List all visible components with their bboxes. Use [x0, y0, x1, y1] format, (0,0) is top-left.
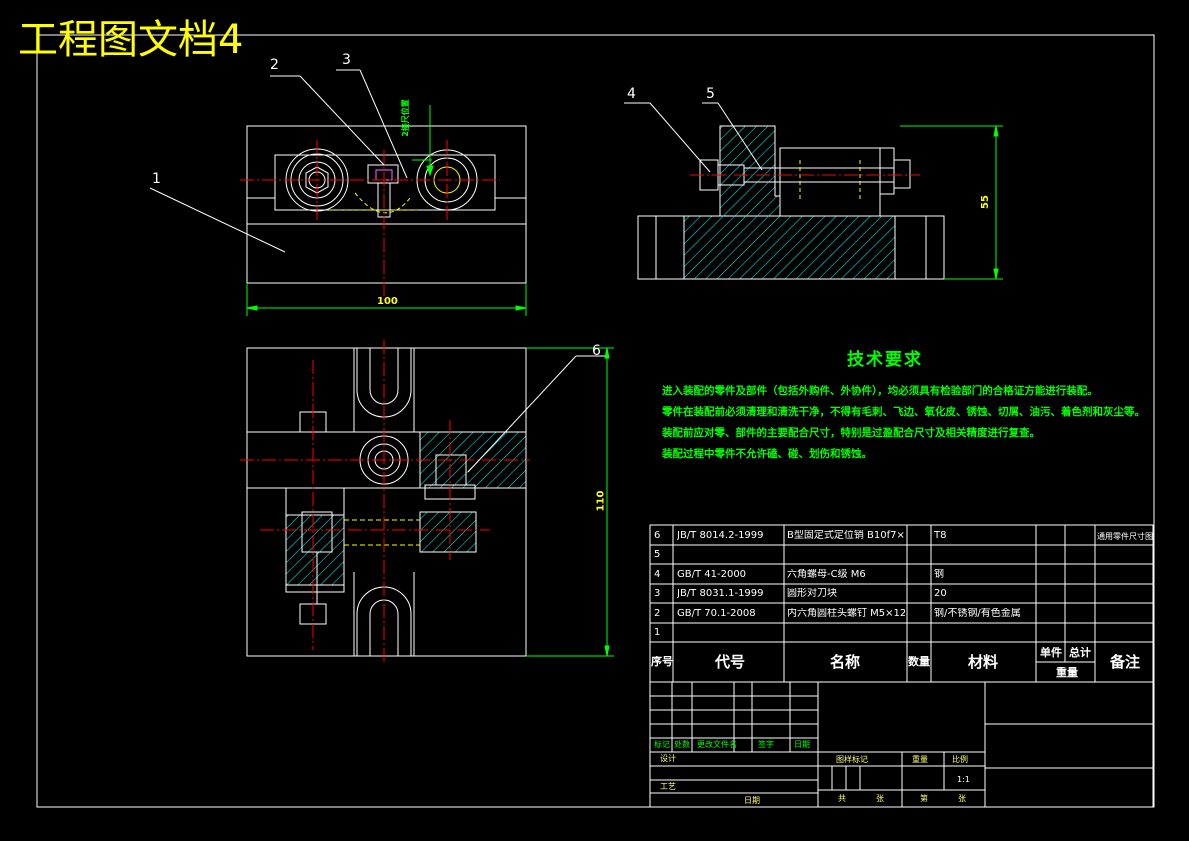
position-marker	[412, 105, 434, 177]
bom-remark: 通用零件尺寸图纸	[1097, 532, 1153, 541]
part-label-6: 6	[592, 343, 601, 359]
front-view	[246, 125, 527, 284]
part-label-1: 1	[152, 171, 161, 187]
bom-code: GB/T 41-2000	[677, 569, 747, 580]
bom-code: JB/T 8031.1-1999	[677, 588, 764, 599]
bom-name: B型固定式定位销 B10f7×14	[787, 530, 905, 541]
bom-header-total: 总计	[1069, 647, 1091, 659]
dim-text-100: 100	[377, 296, 398, 307]
tb-mark: 标记	[654, 740, 670, 749]
dim-text-110: 110	[595, 490, 607, 512]
bom-material: 20	[934, 588, 947, 599]
bom-header-unit: 单件	[1040, 647, 1062, 659]
part-label-4: 4	[627, 86, 636, 102]
bom-material: 钢	[934, 569, 944, 580]
bom-name: 内六角圆柱头螺钉 M5×12	[787, 608, 905, 619]
bom-no: 3	[654, 588, 661, 599]
tb-sheet2: 张	[958, 794, 966, 803]
top-view-centerlines	[240, 340, 530, 664]
tech-heading: 技术要求	[847, 350, 923, 370]
tb-total-sheets: 共	[838, 794, 846, 803]
tech-line-2: 零件在装配前必须清理和清洗干净，不得有毛刺、飞边、氧化皮、锈蚀、切屑、油污、着色…	[662, 406, 1145, 418]
bom-no: 4	[654, 569, 661, 580]
tech-line-3: 装配前应对零、部件的主要配合尺寸，特别是过盈配合尺寸及相关精度进行复查。	[662, 427, 1040, 439]
drawing-sheet	[36, 34, 1155, 808]
position-note: 2接尺位置	[400, 99, 410, 137]
tech-line-1: 进入装配的零件及部件（包括外购件、外协件），均必须具有检验部门的合格证方能进行装…	[662, 385, 1098, 397]
dim-text-55: 55	[979, 195, 991, 209]
tb-process: 工艺	[660, 782, 676, 791]
bom-header-weight: 重量	[1056, 667, 1078, 679]
bom-material: T8	[934, 530, 947, 541]
tb-design: 设计	[660, 754, 676, 763]
bom-name: 圆形对刀块	[787, 588, 837, 599]
bom-material: 钢/不锈钢/有色金属	[934, 608, 1021, 619]
bom-header-no: 序号	[651, 656, 673, 668]
tb-stage: 图样标记	[836, 755, 868, 764]
bom-header-remark: 备注	[1110, 653, 1141, 671]
tb-of: 第	[920, 794, 928, 803]
top-view	[246, 347, 527, 657]
bom-no: 2	[654, 608, 661, 619]
leaders-front	[149, 69, 408, 253]
tb-date2: 日期	[744, 796, 760, 805]
tb-date: 日期	[794, 740, 810, 749]
bom-no: 6	[654, 530, 661, 541]
bom-no: 1	[654, 627, 661, 638]
tb-weight: 重量	[912, 755, 928, 764]
front-view-centerlines	[240, 140, 500, 300]
sheet-frame	[36, 34, 1155, 808]
bom-header-qty: 数量	[908, 656, 930, 668]
bom-header-material: 材料	[968, 653, 999, 671]
tb-scale-value: 1:1	[957, 775, 970, 784]
tb-sheet-no: 张	[876, 794, 884, 803]
bom-header-code: 代号	[715, 653, 746, 671]
bom-code: GB/T 70.1-2008	[677, 608, 756, 619]
bom-name: 六角螺母-C级 M6	[787, 569, 866, 580]
bom-code: JB/T 8014.2-1999	[677, 530, 764, 541]
tb-scale: 比例	[952, 755, 968, 764]
bom-no: 5	[654, 549, 661, 560]
bom-header-name: 名称	[830, 653, 861, 671]
part-label-3: 3	[342, 52, 351, 68]
tb-file: 更改文件名	[697, 740, 737, 749]
part-label-2: 2	[270, 57, 279, 73]
part-label-5: 5	[706, 86, 715, 102]
tb-count: 处数	[674, 740, 690, 749]
tech-line-4: 装配过程中零件不允许磕、碰、划伤和锈蚀。	[662, 448, 872, 460]
drawing-title: 工程图文档4	[18, 17, 244, 63]
side-view	[637, 125, 945, 280]
tb-sign: 签字	[758, 740, 774, 749]
